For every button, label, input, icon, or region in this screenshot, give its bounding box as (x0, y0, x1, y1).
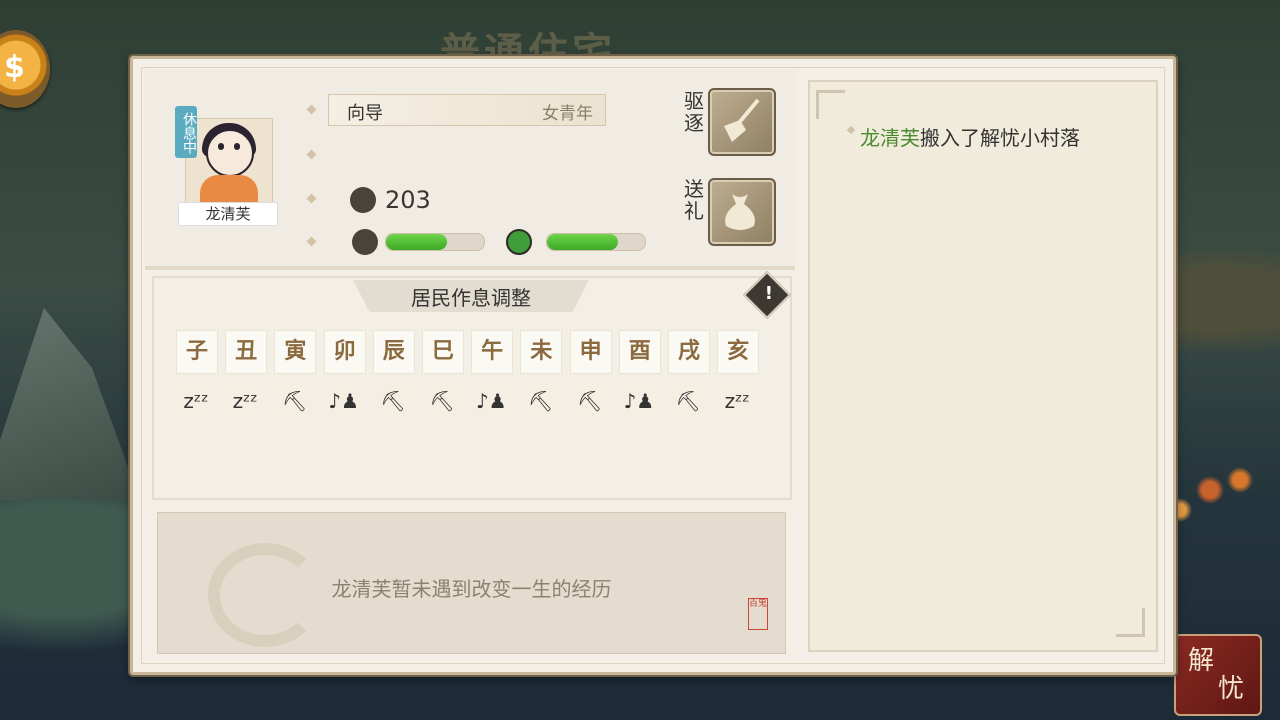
leisure-activity-icon[interactable]: ♪♟ (471, 380, 512, 422)
corner-decoration (816, 90, 845, 119)
age-group-label: 女青年 (542, 104, 593, 124)
red-seal: 百鬼 (748, 598, 768, 630)
expel-button[interactable] (708, 88, 776, 156)
hour-cell: 辰 (372, 330, 415, 374)
leisure-activity-icon[interactable]: ♪♟ (618, 380, 659, 422)
gift-button[interactable] (708, 178, 776, 246)
heart-tie-icon (350, 187, 376, 213)
spirit-bar (546, 233, 646, 251)
spirit-icon (506, 229, 532, 255)
mountain-decoration (0, 308, 140, 500)
gift-label: 送礼 (684, 177, 704, 223)
log-entry-name: 龙清芙 (860, 126, 920, 150)
hour-cell: 亥 (717, 330, 760, 374)
resident-name: 龙清芙 (178, 202, 278, 226)
sleep-activity-icon[interactable]: zᶻᶻ (176, 380, 216, 422)
hour-cell: 戌 (668, 330, 710, 374)
hour-cell: 酉 (618, 330, 661, 374)
gift-bag-icon (725, 194, 755, 230)
work-activity-icon[interactable]: ⛏ (372, 380, 413, 422)
work-activity-icon[interactable]: ⛏ (520, 380, 561, 422)
life-story-box: 龙清芙暂未遇到改变一生的经历 (157, 512, 786, 654)
leisure-activity-icon[interactable]: ♪♟ (323, 380, 364, 422)
warning-icon: ! (764, 282, 773, 304)
role-field: 向导 女青年 (328, 94, 606, 126)
coin-icon: $ (4, 50, 25, 85)
divider (145, 266, 795, 270)
work-activity-icon[interactable]: ⛏ (422, 380, 462, 422)
stat-value: 203 (385, 186, 431, 214)
hour-cell: 卯 (323, 330, 366, 374)
corner-decoration (1116, 608, 1145, 637)
resident-avatar[interactable] (185, 118, 273, 206)
hour-cell: 巳 (422, 330, 464, 374)
expel-label: 驱逐 (684, 89, 704, 135)
hour-cell: 午 (471, 330, 514, 374)
schedule-title: 居民作息调整 (411, 286, 531, 310)
jieyou-button[interactable]: 解 忧 (1174, 634, 1262, 716)
role-label: 向导 (347, 103, 383, 124)
hour-cell: 未 (520, 330, 563, 374)
work-activity-icon[interactable]: ⛏ (569, 380, 610, 422)
log-entry: 龙清芙搬入了解忧小村落 (860, 122, 1080, 151)
log-entry-text: 搬入了解忧小村落 (920, 126, 1080, 150)
status-badge: 休息中 (175, 106, 197, 158)
life-story-text: 龙清芙暂未遇到改变一生的经历 (331, 577, 612, 601)
heart-bar (385, 233, 485, 251)
jieyou-label-2: 忧 (1218, 674, 1245, 704)
hour-cell: 子 (176, 330, 218, 374)
broom-icon (724, 98, 760, 142)
heart-icon (352, 229, 378, 255)
sleep-activity-icon[interactable]: zᶻᶻ (717, 380, 758, 422)
hour-cell: 丑 (225, 330, 268, 374)
sleep-activity-icon[interactable]: zᶻᶻ (225, 380, 266, 422)
hour-cell: 寅 (274, 330, 317, 374)
event-log (808, 80, 1158, 652)
hour-cell: 申 (569, 330, 612, 374)
jieyou-label-1: 解 (1188, 646, 1215, 676)
work-activity-icon[interactable]: ⛏ (274, 380, 315, 422)
work-activity-icon[interactable]: ⛏ (668, 380, 708, 422)
